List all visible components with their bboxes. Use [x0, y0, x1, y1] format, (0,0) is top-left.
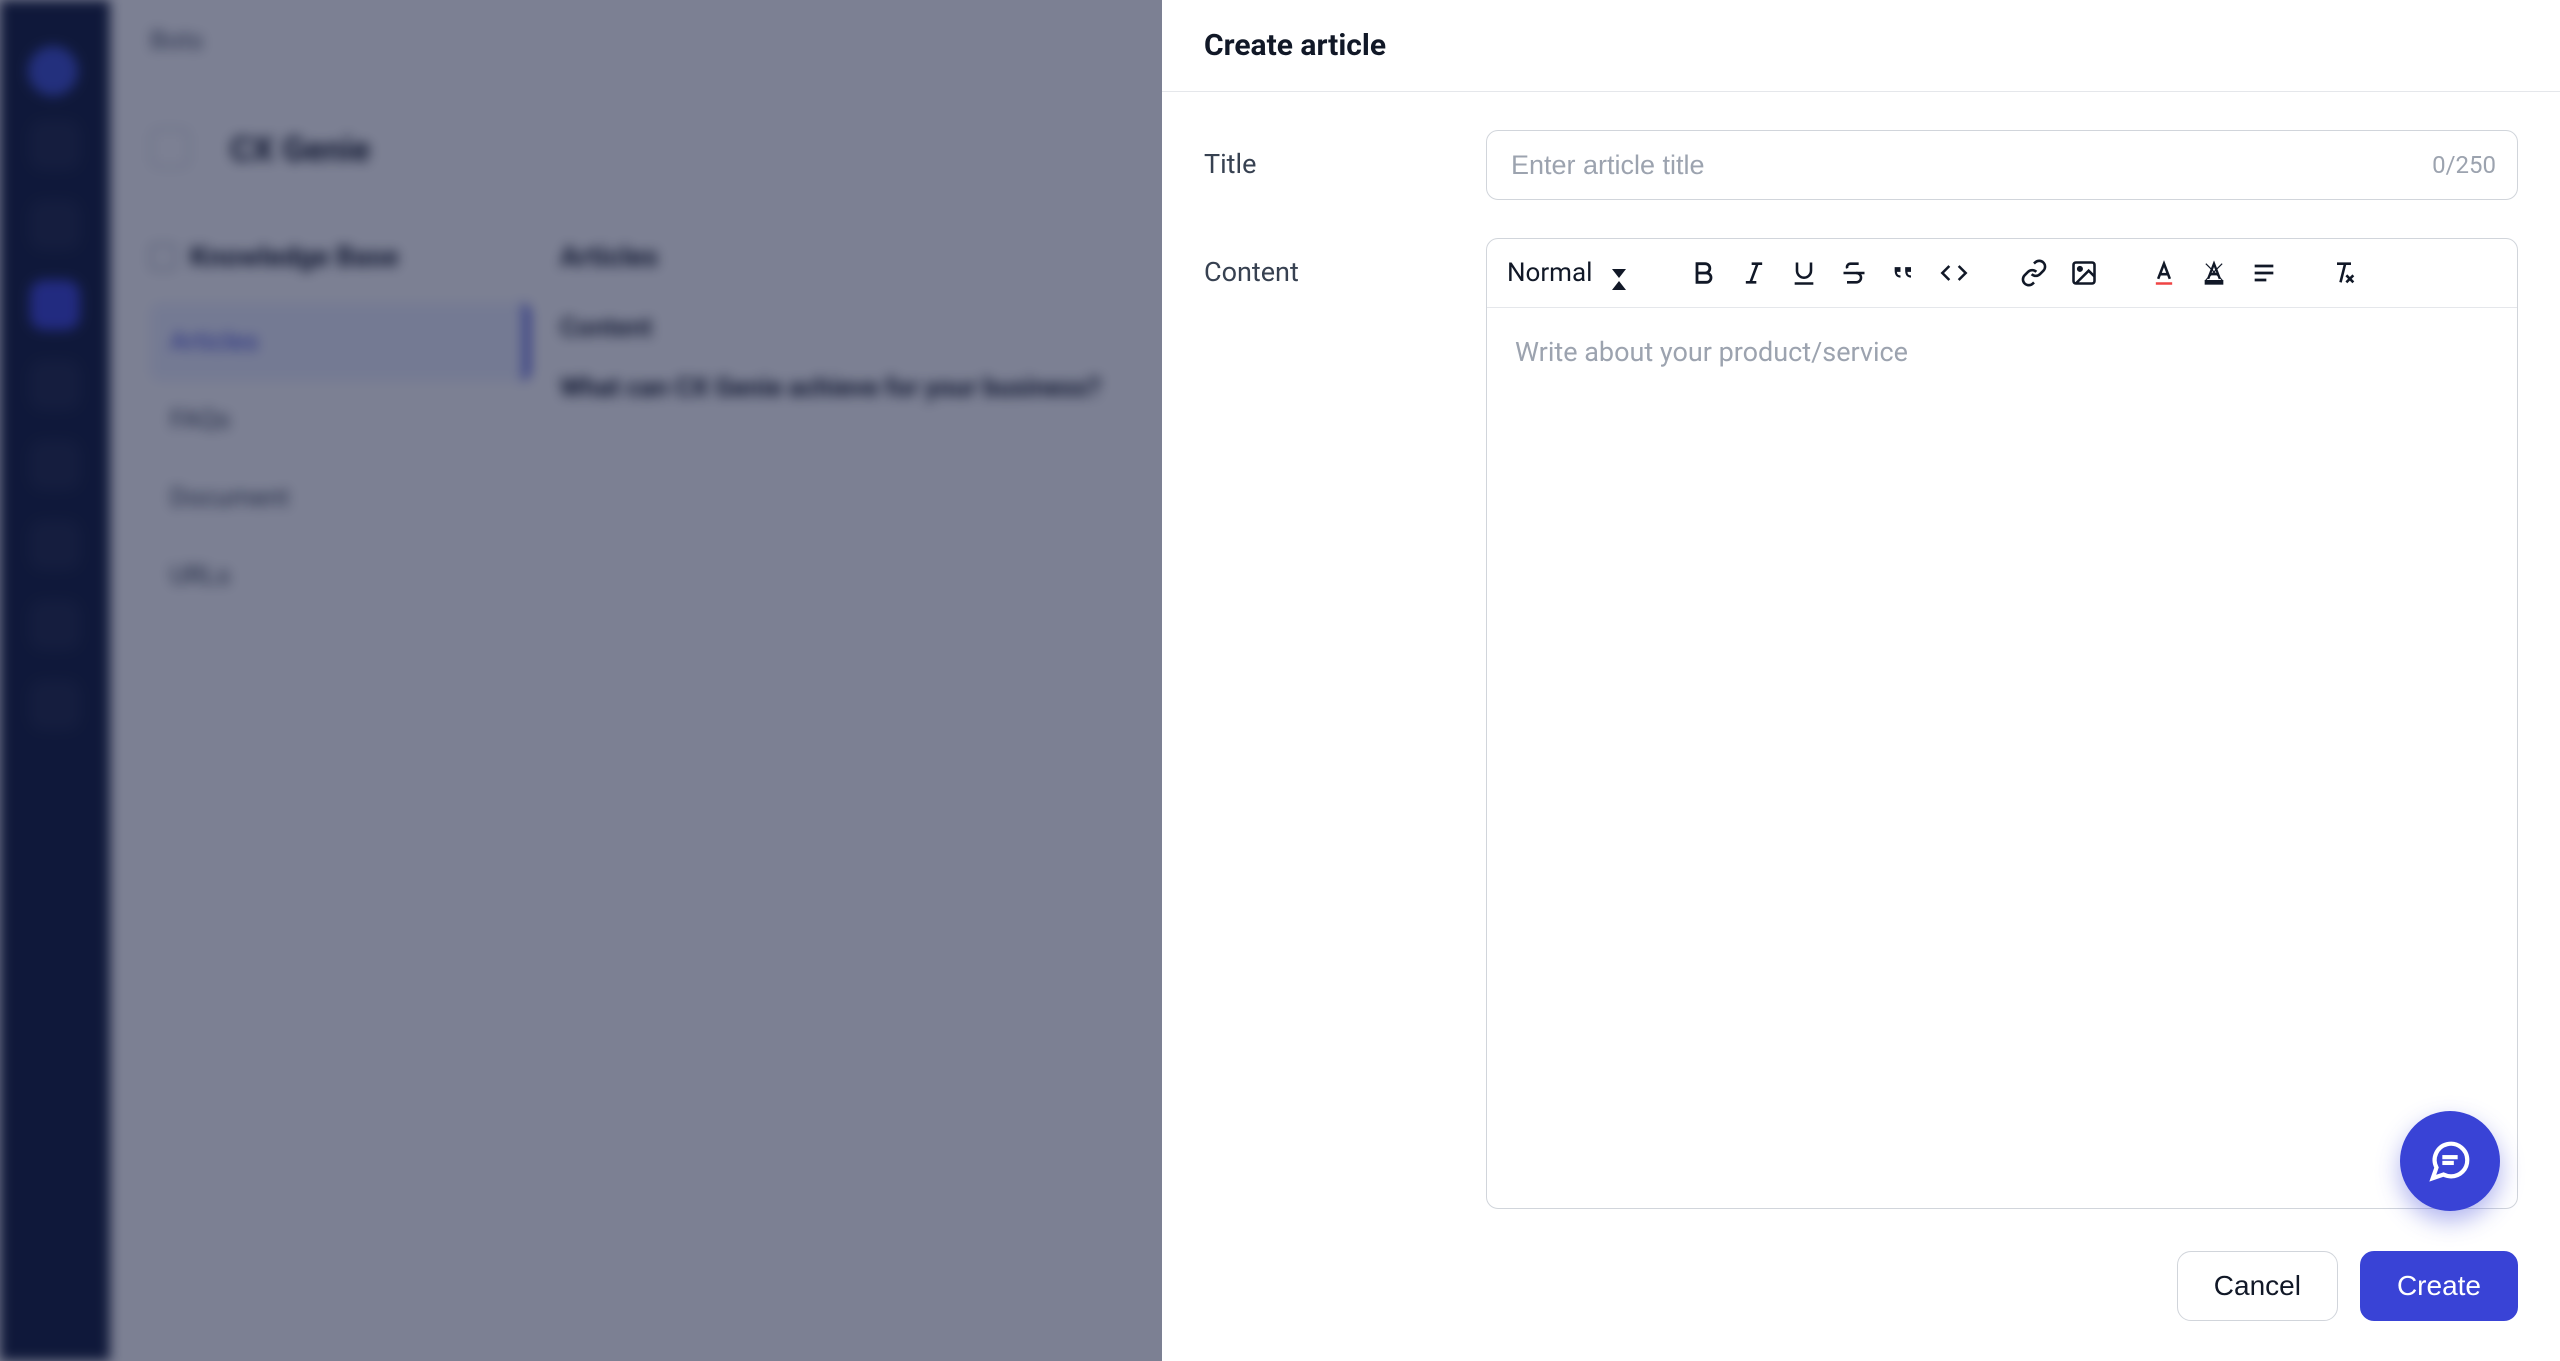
- blockquote-icon: [1890, 259, 1918, 287]
- title-input[interactable]: [1486, 130, 2518, 200]
- title-char-counter: 0/250: [2432, 151, 2496, 179]
- strikethrough-button[interactable]: [1834, 253, 1874, 293]
- text-color-button[interactable]: [2144, 253, 2184, 293]
- bold-icon: [1690, 259, 1718, 287]
- code-button[interactable]: [1934, 253, 1974, 293]
- text-color-icon: [2150, 259, 2178, 287]
- chevron-updown-icon: [1612, 269, 1626, 278]
- rich-text-editor: Normal: [1486, 238, 2518, 1209]
- link-button[interactable]: [2014, 253, 2054, 293]
- italic-button[interactable]: [1734, 253, 1774, 293]
- editor-toolbar: Normal: [1487, 239, 2517, 308]
- clear-format-icon: [2330, 259, 2358, 287]
- content-row: Content Normal: [1204, 238, 2518, 1209]
- underline-button[interactable]: [1784, 253, 1824, 293]
- content-editor[interactable]: [1487, 308, 2517, 1208]
- drawer-body: Title 0/250 Content Normal: [1162, 92, 2560, 1227]
- chat-fab[interactable]: [2400, 1111, 2500, 1211]
- cancel-button[interactable]: Cancel: [2177, 1251, 2338, 1321]
- highlight-icon: [2200, 259, 2228, 287]
- title-row: Title 0/250: [1204, 130, 2518, 200]
- drawer-header: Create article: [1162, 0, 2560, 92]
- highlight-button[interactable]: [2194, 253, 2234, 293]
- code-icon: [1940, 259, 1968, 287]
- format-label: Normal: [1507, 258, 1592, 288]
- list-button[interactable]: [2244, 253, 2284, 293]
- content-label: Content: [1204, 238, 1486, 288]
- blockquote-button[interactable]: [1884, 253, 1924, 293]
- italic-icon: [1740, 259, 1768, 287]
- underline-icon: [1790, 259, 1818, 287]
- clear-format-button[interactable]: [2324, 253, 2364, 293]
- create-article-drawer: Create article Title 0/250 Content Norma…: [1162, 0, 2560, 1361]
- create-button[interactable]: Create: [2360, 1251, 2518, 1321]
- drawer-title: Create article: [1204, 28, 2518, 63]
- drawer-footer: Cancel Create: [1162, 1227, 2560, 1361]
- list-icon: [2250, 259, 2278, 287]
- bold-button[interactable]: [1684, 253, 1724, 293]
- link-icon: [2020, 259, 2048, 287]
- image-button[interactable]: [2064, 253, 2104, 293]
- strikethrough-icon: [1840, 259, 1868, 287]
- title-label: Title: [1204, 130, 1486, 180]
- image-icon: [2070, 259, 2098, 287]
- chat-icon: [2427, 1138, 2473, 1184]
- format-dropdown[interactable]: Normal: [1507, 258, 1634, 288]
